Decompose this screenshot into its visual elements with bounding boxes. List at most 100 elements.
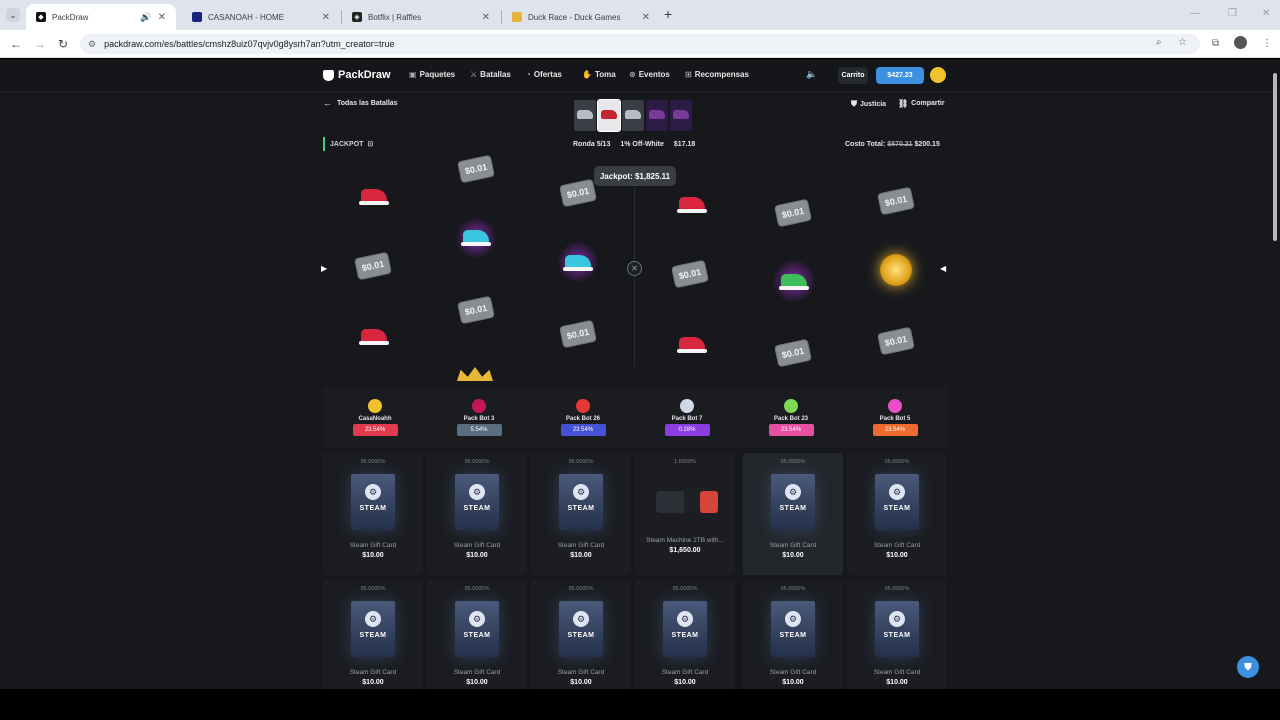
back-to-battles-link[interactable]: ← Todas las Batallas — [323, 98, 398, 108]
pack-thumb[interactable] — [622, 100, 644, 131]
info-icon[interactable]: ⊡ — [367, 140, 373, 148]
tag-icon: ◔ — [526, 70, 531, 79]
close-tab-icon[interactable]: ✕ — [158, 12, 166, 23]
reload-icon[interactable]: ↻ — [58, 37, 68, 51]
player-slot[interactable]: Pack Bot 3 5.54% — [427, 387, 531, 447]
steam-wordmark: STEAM — [779, 505, 807, 512]
player-win-chance: 23.54% — [768, 424, 814, 436]
packdraw-logo[interactable]: PackDraw — [323, 69, 391, 81]
item-odds: 1.0000% — [674, 459, 696, 465]
item-card[interactable]: 95.0000% ⚙ STEAM Steam Gift Card $10.00 — [635, 580, 735, 689]
maximize-icon[interactable]: ❐ — [1228, 8, 1237, 19]
steam-gift-card-image: ⚙ STEAM — [771, 474, 815, 530]
close-tab-icon[interactable]: ✕ — [482, 12, 490, 23]
minimize-icon[interactable]: — — [1190, 8, 1200, 19]
nav-eventos[interactable]: ⊛ Eventos — [629, 70, 670, 79]
nav-recompensas[interactable]: ⊞ Recompensas — [685, 70, 749, 79]
tab-packdraw[interactable]: ◆ PackDraw 🔊 ✕ — [26, 4, 176, 30]
player-name: Pack Bot 3 — [463, 416, 495, 422]
item-card[interactable]: 95.0000% ⚙ STEAM Steam Gift Card $10.00 — [323, 453, 423, 575]
item-name: Steam Gift Card — [349, 669, 397, 676]
item-card[interactable]: 95.0000% ⚙ STEAM Steam Gift Card $10.00 — [743, 453, 843, 575]
item-card[interactable]: 95.0000% ⚙ STEAM Steam Gift Card $10.00 — [427, 453, 527, 575]
url-text: packdraw.com/es/battles/cmshz8uiz07qvjv0… — [104, 39, 395, 49]
tab-list-button[interactable]: ⌄ — [6, 8, 20, 22]
coin-token: $0.01 — [559, 178, 597, 208]
share-link[interactable]: ⛓ Compartir — [898, 99, 945, 108]
item-odds: 95.0000% — [360, 586, 386, 592]
item-card[interactable]: 95.0000% ⚙ STEAM Steam Gift Card $10.00 — [531, 453, 631, 575]
nav-label: Eventos — [638, 70, 670, 79]
item-card[interactable]: 95.0000% ⚙ STEAM Steam Gift Card $10.00 — [847, 453, 947, 575]
user-avatar[interactable] — [930, 67, 946, 83]
new-tab-icon[interactable]: + — [664, 6, 672, 22]
nav-paquetes[interactable]: ▣ Paquetes — [409, 70, 455, 79]
steam-wordmark: STEAM — [567, 505, 595, 512]
page-scrollbar[interactable] — [1272, 59, 1278, 689]
cart-button[interactable]: Carrito — [838, 67, 868, 84]
forward-arrow-icon[interactable]: → — [34, 37, 46, 51]
fairness-link[interactable]: ⛊ Justicia — [851, 99, 886, 109]
round-text: Ronda 5/13 — [573, 141, 611, 148]
sneaker-green-icon — [777, 267, 811, 293]
back-arrow-icon[interactable]: ← — [10, 37, 22, 51]
item-price: $10.00 — [570, 679, 592, 686]
profile-avatar[interactable] — [1234, 36, 1247, 49]
nav-batallas[interactable]: ⚔ Batallas — [470, 70, 511, 79]
close-tab-icon[interactable]: ✕ — [322, 12, 330, 23]
nav-toma[interactable]: ✋ Toma — [582, 70, 616, 79]
pack-thumb[interactable] — [646, 100, 668, 131]
close-tab-icon[interactable]: ✕ — [642, 12, 650, 23]
tab-title: Botflix | Raffles — [368, 12, 422, 22]
nav-ofertas[interactable]: ◔ Ofertas — [526, 70, 562, 79]
url-omnibox[interactable]: ⚙ packdraw.com/es/battles/cmshz8uiz07qvj… — [80, 34, 1200, 54]
cost-old: $870.21 — [887, 141, 913, 148]
balance-button[interactable]: $427.23 — [876, 67, 924, 84]
packdraw-icon: ◆ — [36, 12, 46, 22]
address-bar-row: ← → ↻ ⚙ packdraw.com/es/battles/cmshz8ui… — [0, 30, 1280, 58]
player-avatar — [472, 399, 486, 413]
tab-botflix[interactable]: ◈ Botflix | Raffles ✕ — [342, 4, 500, 30]
bookmark-star-icon[interactable]: ☆ — [1178, 37, 1187, 48]
item-card[interactable]: 95.0000% ⚙ STEAM Steam Gift Card $10.00 — [531, 580, 631, 689]
pack-thumb-current[interactable] — [597, 99, 621, 132]
item-card[interactable]: 95.0000% ⚙ STEAM Steam Gift Card $10.00 — [847, 580, 947, 689]
player-slot[interactable]: Pack Bot 7 0.28% — [635, 387, 739, 447]
steam-logo-icon: ⚙ — [365, 484, 381, 500]
item-card[interactable]: 95.0000% ⚙ STEAM Steam Gift Card $10.00 — [427, 580, 527, 689]
player-name: CasaNoahh — [358, 416, 392, 422]
player-slot[interactable]: Pack Bot 23 23.54% — [739, 387, 843, 447]
tab-title: PackDraw — [52, 12, 89, 22]
player-slot[interactable]: Pack Bot 5 23.54% — [843, 387, 947, 447]
gold-crown-icon — [457, 367, 493, 381]
tab-title: CASANOAH - HOME — [208, 12, 285, 22]
steam-gift-card-image: ⚙ STEAM — [351, 474, 395, 530]
volume-icon[interactable]: 🔈 — [806, 69, 817, 80]
player-slot[interactable]: CasaNoahh 23.54% — [323, 387, 427, 447]
site-info-icon[interactable]: ⚙ — [88, 39, 96, 50]
player-slot[interactable]: Pack Bot 26 23.54% — [531, 387, 635, 447]
pack-thumb[interactable] — [574, 100, 596, 131]
chat-support-button[interactable]: ⛊ — [1237, 656, 1259, 678]
speaker-icon[interactable]: 🔊 — [140, 12, 151, 23]
tab-casanoah[interactable]: CASANOAH - HOME ✕ — [182, 4, 340, 30]
item-name: Steam Machine 2TB with... — [646, 537, 724, 544]
site-header: PackDraw ▣ Paquetes ⚔ Batallas ◔ Ofertas ✋ T… — [0, 59, 1280, 92]
botflix-icon: ◈ — [352, 12, 362, 22]
scrollbar-thumb[interactable] — [1273, 73, 1277, 241]
tab-duck-race[interactable]: Duck Race - Duck Games ✕ — [502, 4, 660, 30]
menu-kebab-icon[interactable]: ⋮ — [1262, 38, 1272, 49]
extensions-icon[interactable]: ⧉ — [1212, 38, 1219, 49]
item-name: Steam Gift Card — [769, 669, 817, 676]
zoom-icon[interactable]: ⌕ — [1156, 37, 1162, 48]
pack-thumb[interactable] — [670, 100, 692, 131]
item-card[interactable]: 95.0000% ⚙ STEAM Steam Gift Card $10.00 — [743, 580, 843, 689]
tab-title: Duck Race - Duck Games — [528, 12, 621, 22]
item-card[interactable]: 95.0000% ⚙ STEAM Steam Gift Card $10.00 — [323, 580, 423, 689]
steam-logo-icon: ⚙ — [469, 484, 485, 500]
item-card[interactable]: 1.0000% Steam Machine 2TB with... $1,650.0… — [635, 453, 735, 575]
close-window-icon[interactable]: ✕ — [1262, 8, 1270, 19]
steam-logo-icon: ⚙ — [889, 611, 905, 627]
item-name: Steam Gift Card — [557, 542, 605, 549]
item-odds: 95.0000% — [464, 459, 490, 465]
